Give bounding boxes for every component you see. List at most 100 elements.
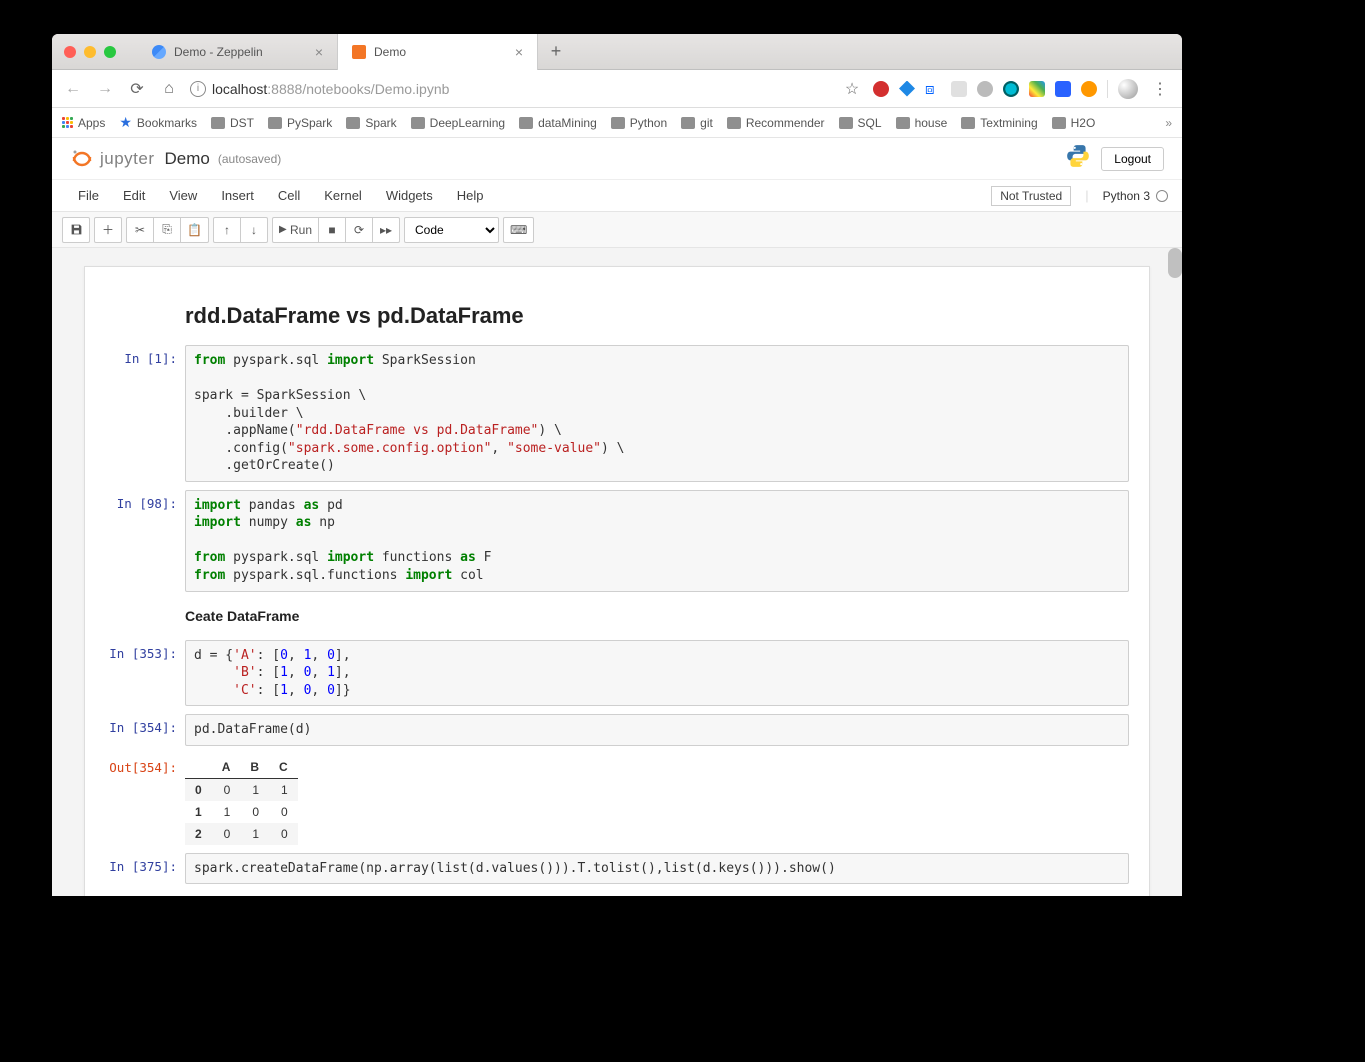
omnibox[interactable]: i localhost:8888/notebooks/Demo.ipynb [190,81,831,97]
bookmarks-folder[interactable]: ★Bookmarks [119,114,197,131]
chrome-menu-button[interactable]: ⋮ [1148,79,1172,99]
cut-button[interactable]: ✂ [126,217,154,243]
code-input[interactable]: pd.DataFrame(d) [185,714,1129,746]
menu-edit[interactable]: Edit [111,188,157,203]
reload-button[interactable]: ⟳ [126,78,148,100]
code-input[interactable]: d = {'A': [0, 1, 0], 'B': [1, 0, 1], 'C'… [185,640,1129,707]
dropbox-icon[interactable]: ⧈ [925,81,941,97]
jupyter-logo[interactable]: jupyter [70,147,155,171]
menubar: File Edit View Insert Cell Kernel Widget… [52,180,1182,212]
home-button[interactable]: ⌂ [158,78,180,100]
add-cell-button[interactable]: ＋ [94,217,122,243]
ext-icon[interactable] [1055,81,1071,97]
menu-kernel[interactable]: Kernel [312,188,374,203]
bookmark-folder[interactable]: PySpark [268,116,332,130]
bookmark-folder[interactable]: H2O [1052,116,1096,130]
folder-icon [1052,117,1066,129]
ext-icon[interactable] [899,81,915,97]
move-down-button[interactable]: ↓ [240,217,268,243]
close-tab-button[interactable]: × [315,44,323,60]
folder-icon [611,117,625,129]
copy-button[interactable]: ⎘ [153,217,181,243]
in-prompt: In [98]: [85,490,185,592]
code-input[interactable]: spark.createDataFrame(np.array(list(d.va… [185,853,1129,885]
bookmark-folder[interactable]: DST [211,116,254,130]
star-bookmark-icon[interactable]: ☆ [841,78,863,100]
apps-button[interactable]: Apps [62,116,105,130]
ext-icon[interactable] [1081,81,1097,97]
bookmark-folder[interactable]: SQL [839,116,882,130]
bookmark-label: SQL [858,116,882,130]
profile-avatar[interactable] [1118,79,1138,99]
new-tab-button[interactable]: + [538,34,574,70]
bookmark-label: Python [630,116,667,130]
maximize-window-button[interactable] [104,46,116,58]
restart-run-all-button[interactable]: ▸▸ [372,217,400,243]
code-input[interactable]: from pyspark.sql import SparkSession spa… [185,345,1129,482]
menu-view[interactable]: View [157,188,209,203]
close-tab-button[interactable]: × [515,44,523,60]
logout-button[interactable]: Logout [1101,147,1164,171]
ext-icon[interactable] [1029,81,1045,97]
site-info-icon[interactable]: i [190,81,206,97]
cell-type-select[interactable]: Code [404,217,499,243]
bookmark-folder[interactable]: Python [611,116,667,130]
scrollbar-thumb[interactable] [1168,248,1182,278]
code-cell[interactable]: In [1]: from pyspark.sql import SparkSes… [85,341,1149,486]
back-button[interactable]: ← [62,78,84,100]
markdown-cell[interactable]: rdd.DataFrame vs pd.DataFrame [85,291,1149,341]
forward-button[interactable]: → [94,78,116,100]
ext-icon[interactable] [1003,81,1019,97]
bookmark-folder[interactable]: Spark [346,116,396,130]
bookmark-folder[interactable]: git [681,116,713,130]
menu-widgets[interactable]: Widgets [374,188,445,203]
close-window-button[interactable] [64,46,76,58]
code-cell[interactable]: In [354]: pd.DataFrame(d) [85,710,1149,750]
paste-button[interactable]: 📋 [180,217,209,243]
folder-icon [896,117,910,129]
ext-icon[interactable] [977,81,993,97]
menu-file[interactable]: File [66,188,111,203]
tab-strip: Demo - Zeppelin × Demo × + [138,34,574,70]
run-label: Run [290,223,312,237]
command-palette-button[interactable]: ⌨ [503,217,534,243]
move-up-button[interactable]: ↑ [213,217,241,243]
bookmark-folder[interactable]: dataMining [519,116,597,130]
bookmark-label: DST [230,116,254,130]
trusted-button[interactable]: Not Trusted [991,186,1071,206]
markdown-cell[interactable]: Ceate DataFrame [85,596,1149,636]
code-cell[interactable]: In [353]: d = {'A': [0, 1, 0], 'B': [1, … [85,636,1149,711]
interrupt-button[interactable]: ■ [318,217,346,243]
menu-cell[interactable]: Cell [266,188,312,203]
bookmark-folder[interactable]: DeepLearning [411,116,505,130]
menu-help[interactable]: Help [445,188,496,203]
url-port: :8888 [267,81,302,97]
code-input[interactable]: import pandas as pd import numpy as np f… [185,490,1129,592]
menu-insert[interactable]: Insert [209,188,266,203]
code-cell[interactable]: In [375]: spark.createDataFrame(np.array… [85,849,1149,889]
save-button[interactable] [62,217,90,243]
notebook-title[interactable]: Demo [165,149,210,169]
jupyter-logo-icon [70,147,94,171]
in-prompt: In [1]: [85,345,185,482]
ext-icon[interactable] [873,81,889,97]
bookmark-label: DeepLearning [430,116,505,130]
tab-demo[interactable]: Demo × [338,34,538,70]
table-row: 0011 [185,778,298,801]
kernel-indicator[interactable]: Python 3 [1103,189,1168,203]
run-button[interactable]: ▶ Run [272,217,319,243]
window-controls [52,46,128,58]
minimize-window-button[interactable] [84,46,96,58]
code-cell[interactable]: In [98]: import pandas as pd import nump… [85,486,1149,596]
extensions: ⧈ [873,81,1097,97]
ext-icon[interactable] [951,81,967,97]
notebook-area[interactable]: rdd.DataFrame vs pd.DataFrame In [1]: fr… [52,248,1182,896]
tab-zeppelin[interactable]: Demo - Zeppelin × [138,34,338,70]
bookmark-folder[interactable]: Recommender [727,116,825,130]
folder-icon [268,117,282,129]
restart-button[interactable]: ⟳ [345,217,373,243]
folder-icon [519,117,533,129]
bookmark-folder[interactable]: house [896,116,948,130]
bookmark-folder[interactable]: Textmining [961,116,1037,130]
bookmarks-overflow-button[interactable]: » [1165,116,1172,130]
